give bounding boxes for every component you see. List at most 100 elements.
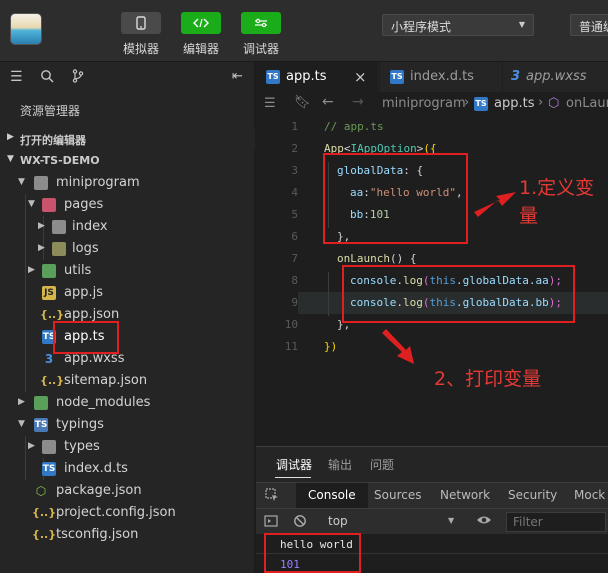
project-avatar[interactable]	[10, 13, 42, 45]
json-file-icon: {..}	[40, 308, 65, 321]
tree-item-sitemap-json[interactable]: {..} sitemap.json	[0, 370, 255, 392]
chevron-right-icon: ▶	[38, 243, 45, 253]
editor-button[interactable]	[181, 12, 221, 34]
compile-mode-select[interactable]: 普通编译	[570, 14, 608, 36]
collapse-panel-icon[interactable]: ⇤	[232, 69, 243, 84]
tab-app-wxss[interactable]: 3 app.wxss	[502, 62, 608, 92]
debugger-button[interactable]	[241, 12, 281, 34]
tree-item-label: pages	[64, 197, 104, 212]
ts-file-icon: TS	[390, 69, 404, 84]
tree-item-app-json[interactable]: {..} app.json	[0, 304, 255, 326]
wxss-file-icon: 3	[511, 69, 521, 84]
close-icon[interactable]: ×	[354, 68, 367, 86]
code-line-1: // app.ts	[324, 120, 384, 133]
annotation-text-1b: 量	[519, 205, 539, 227]
tree-item-label: utils	[64, 263, 92, 278]
sidebar-toggle-icon[interactable]	[264, 514, 278, 532]
tree-item-typings[interactable]: ▼ TS typings	[0, 414, 255, 436]
simulator-button[interactable]	[121, 12, 161, 34]
tree-item-node-modules[interactable]: ▶ node_modules	[0, 392, 255, 414]
tree-item-label: index	[72, 219, 108, 234]
folder-icon	[52, 242, 66, 256]
back-arrow-icon[interactable]: ←	[322, 94, 334, 110]
chevron-right-icon: ▶	[7, 132, 14, 142]
eye-icon[interactable]	[476, 514, 492, 530]
open-editors-section[interactable]: ▶ 打开的编辑器	[0, 128, 255, 150]
breadcrumb-file[interactable]: app.ts	[494, 96, 534, 111]
tree-item-label: tsconfig.json	[56, 527, 139, 542]
tab-security[interactable]: Security	[508, 488, 557, 502]
breadcrumb: ☰ 🔖︎ ← → miniprogram › TS app.ts › ⬡ onL…	[256, 92, 608, 116]
chevron-right-icon: ▶	[18, 397, 25, 407]
line-number: 10	[284, 318, 298, 331]
list-icon[interactable]: ☰	[10, 69, 23, 85]
tab-sources[interactable]: Sources	[374, 488, 421, 502]
line-number: 6	[291, 230, 298, 243]
annotation-box-console-log	[342, 265, 575, 323]
inspect-element-icon[interactable]	[265, 488, 279, 506]
debugger-label: 调试器	[242, 42, 279, 56]
context-select[interactable]: top	[328, 514, 348, 528]
tab-index-d-ts[interactable]: TS index.d.ts	[379, 62, 501, 92]
clear-console-icon[interactable]	[293, 514, 307, 532]
line-number: 2	[291, 142, 298, 155]
forward-arrow-icon[interactable]: →	[352, 94, 364, 110]
tree-item-app-ts[interactable]: TS app.ts	[0, 326, 255, 348]
list-icon[interactable]: ☰	[264, 96, 276, 111]
folder-icon	[42, 440, 56, 454]
annotation-box-global-data	[323, 153, 468, 244]
breadcrumb-symbol[interactable]: onLaun	[566, 96, 608, 111]
tab-debugger[interactable]: 调试器	[276, 456, 312, 473]
folder-icon	[42, 198, 56, 212]
tree-item-miniprogram[interactable]: ▼ miniprogram	[0, 172, 255, 194]
console-filter-input[interactable]	[506, 512, 606, 532]
tree-item-utils[interactable]: ▶ utils	[0, 260, 255, 282]
mode-select[interactable]: 小程序模式 ▼	[382, 14, 534, 36]
editor-tab-bar: TS app.ts × TS index.d.ts 3 app.wxss	[256, 62, 608, 92]
js-file-icon: JS	[42, 286, 56, 300]
source-control-icon[interactable]	[72, 69, 84, 87]
search-icon[interactable]	[40, 69, 54, 87]
tree-item-label: types	[64, 439, 100, 454]
debug-sliders-icon	[255, 18, 267, 28]
tree-item-types[interactable]: ▶ types	[0, 436, 255, 458]
annotation-text-1: 1.定义变	[519, 177, 595, 199]
tree-item-package-json[interactable]: ⬡ package.json	[0, 480, 255, 502]
chevron-right-icon: ▶	[28, 265, 35, 275]
tree-item-index-d-ts[interactable]: TS index.d.ts	[0, 458, 255, 480]
tree-item-app-js[interactable]: JS app.js	[0, 282, 255, 304]
tree-item-label: typings	[56, 417, 104, 432]
tab-network[interactable]: Network	[440, 488, 490, 502]
simulator-label: 模拟器	[122, 42, 159, 56]
tree-item-label: app.json	[64, 307, 120, 322]
tree-item-label: app.js	[64, 285, 103, 300]
chevron-right-icon: ▶	[38, 221, 45, 231]
explorer-title: 资源管理器	[20, 104, 81, 118]
folder-open-icon	[34, 176, 48, 190]
wxss-file-icon: 3	[44, 352, 54, 366]
code-icon	[193, 18, 209, 28]
chevron-down-icon: ▼	[18, 177, 25, 187]
tree-item-pages[interactable]: ▼ pages	[0, 194, 255, 216]
project-section[interactable]: ▼ WX-TS-DEMO	[0, 150, 255, 172]
bookmark-icon[interactable]: 🔖︎	[294, 95, 311, 110]
code-line-7: onLaunch() {	[337, 252, 417, 265]
tree-item-logs[interactable]: ▶ logs	[0, 238, 255, 260]
tree-item-tsconfig-json[interactable]: {..} tsconfig.json	[0, 524, 255, 546]
breadcrumb-folder[interactable]: miniprogram	[382, 96, 466, 111]
tab-mock[interactable]: Mock	[574, 488, 605, 502]
tree-item-label: index.d.ts	[64, 461, 128, 476]
json-file-icon: {..}	[32, 506, 57, 519]
tab-output[interactable]: 输出	[328, 456, 352, 473]
tree-item-label: logs	[72, 241, 99, 256]
line-number: 11	[284, 340, 298, 353]
tab-problems[interactable]: 问题	[370, 456, 394, 473]
tab-console[interactable]: Console	[296, 483, 368, 509]
tree-item-index[interactable]: ▶ index	[0, 216, 255, 238]
caret-down-icon: ▼	[448, 516, 455, 525]
tab-app-ts[interactable]: TS app.ts ×	[256, 62, 378, 92]
tree-item-app-wxss[interactable]: 3 app.wxss	[0, 348, 255, 370]
tree-item-project-config-json[interactable]: {..} project.config.json	[0, 502, 255, 524]
tree-item-label: node_modules	[56, 395, 151, 410]
package-file-icon: ⬡	[35, 484, 47, 498]
